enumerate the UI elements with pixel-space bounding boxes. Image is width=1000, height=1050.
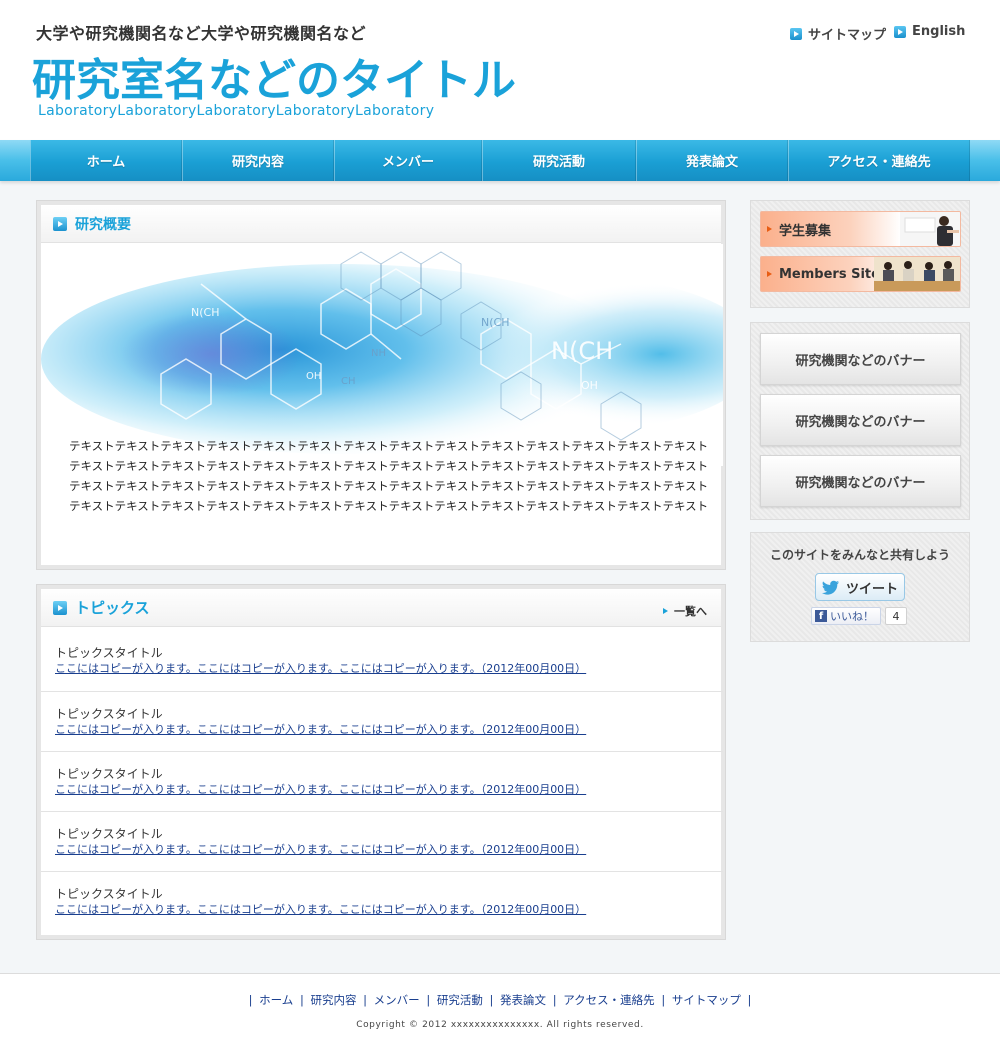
arrow-icon	[53, 216, 67, 231]
svg-text:N(CH: N(CH	[551, 337, 613, 365]
topic-title: トピックスタイトル	[55, 767, 163, 781]
english-label: English	[912, 24, 966, 39]
svg-text:NH: NH	[371, 348, 386, 359]
share-box: このサイトをみんなと共有しよう ツイート f いいね！ 4	[750, 532, 970, 642]
topic-title: トピックスタイトル	[55, 707, 163, 721]
arrow-icon	[53, 600, 67, 615]
university-name: 大学や研究機関名など大学や研究機関名など	[36, 24, 367, 43]
main-nav: ホーム 研究内容 メンバー 研究活動 発表論文 アクセス・連絡先	[30, 140, 970, 181]
lab-title[interactable]: 研究室名などのタイトル	[32, 44, 516, 108]
topic-item: トピックスタイトル ここにはコピーが入ります。ここにはコピーが入ります。ここには…	[41, 871, 723, 931]
sitemap-label: サイトマップ	[808, 28, 887, 43]
footer-link-activities[interactable]: 研究活動	[437, 993, 483, 1007]
students-photo	[874, 257, 960, 291]
topics-more-label: 一覧へ	[674, 605, 707, 618]
members-site-banner[interactable]: Members Site	[760, 256, 961, 292]
footer-link-sitemap[interactable]: サイトマップ	[672, 993, 741, 1007]
arrow-icon	[894, 25, 906, 38]
members-site-label: Members Site	[779, 266, 880, 282]
overview-panel: 研究概要 N(CH OH CH NH N(CH OH N(CH テキストテキスト…	[36, 200, 726, 570]
topic-link[interactable]: ここにはコピーが入ります。ここにはコピーが入ります。ここにはコピーが入ります。（…	[55, 722, 723, 738]
institution-banner[interactable]: 研究機関などのバナー	[760, 455, 961, 507]
sidebar-links-box: 学生募集 Members Site	[750, 200, 970, 308]
tweet-button[interactable]: ツイート	[815, 573, 905, 601]
nav-item-members[interactable]: メンバー	[334, 140, 482, 181]
institution-banner[interactable]: 研究機関などのバナー	[760, 394, 961, 446]
topic-item: トピックスタイトル ここにはコピーが入ります。ここにはコピーが入ります。ここには…	[41, 751, 723, 811]
lecturer-photo	[900, 212, 960, 246]
topic-item: トピックスタイトル ここにはコピーが入ります。ここにはコピーが入ります。ここには…	[41, 691, 723, 751]
triangle-icon	[767, 271, 772, 277]
footer-link-members[interactable]: メンバー	[374, 993, 420, 1007]
triangle-icon	[767, 226, 772, 232]
site-footer: | ホーム | 研究内容 | メンバー | 研究活動 | 発表論文 | アクセス…	[0, 973, 1000, 1050]
topics-panel: トピックス 一覧へ トピックスタイトル ここにはコピーが入ります。ここにはコピー…	[36, 584, 726, 940]
footer-link-papers[interactable]: 発表論文	[500, 993, 546, 1007]
sitemap-link[interactable]: サイトマップ	[790, 24, 886, 43]
nav-item-access[interactable]: アクセス・連絡先	[788, 140, 970, 181]
topic-link[interactable]: ここにはコピーが入ります。ここにはコピーが入ります。ここにはコピーが入ります。（…	[55, 902, 723, 918]
topics-more-link[interactable]: 一覧へ	[663, 603, 707, 619]
tweet-label: ツイート	[845, 581, 898, 597]
topic-title: トピックスタイトル	[55, 827, 163, 841]
english-link[interactable]: English	[894, 24, 965, 39]
nav-item-papers[interactable]: 発表論文	[636, 140, 788, 181]
topic-title: トピックスタイトル	[55, 887, 163, 901]
twitter-bird-icon	[821, 580, 839, 595]
footer-link-access[interactable]: アクセス・連絡先	[563, 993, 654, 1007]
topic-link[interactable]: ここにはコピーが入ります。ここにはコピーが入ります。ここにはコピーが入ります。（…	[55, 782, 723, 798]
svg-text:N(CH: N(CH	[191, 306, 219, 319]
overview-line: テキストテキストテキストテキストテキストテキストテキストテキストテキストテキスト…	[69, 499, 709, 513]
site-header: 大学や研究機関名など大学や研究機関名など 研究室名などのタイトル Laborat…	[0, 0, 1000, 140]
svg-text:OH: OH	[306, 371, 321, 382]
overview-title: 研究概要	[75, 216, 131, 233]
recruit-banner[interactable]: 学生募集	[760, 211, 961, 247]
like-count: 4	[885, 607, 907, 625]
footer-link-research[interactable]: 研究内容	[310, 993, 356, 1007]
topic-link[interactable]: ここにはコピーが入ります。ここにはコピーが入ります。ここにはコピーが入ります。（…	[55, 842, 723, 858]
topic-title: トピックスタイトル	[55, 646, 163, 660]
topic-link[interactable]: ここにはコピーが入ります。ここにはコピーが入ります。ここにはコピーが入ります。（…	[55, 661, 723, 677]
nav-item-research[interactable]: 研究内容	[182, 140, 334, 181]
overview-text: テキストテキストテキストテキストテキストテキストテキストテキストテキストテキスト…	[69, 436, 709, 516]
footer-link-home[interactable]: ホーム	[259, 993, 293, 1007]
institution-banner[interactable]: 研究機関などのバナー	[760, 333, 961, 385]
facebook-icon: f	[815, 610, 827, 622]
navigation-bar: ホーム 研究内容 メンバー 研究活動 発表論文 アクセス・連絡先	[0, 140, 1000, 181]
arrow-icon	[790, 27, 802, 40]
topic-item: トピックスタイトル ここにはコピーが入ります。ここにはコピーが入ります。ここには…	[41, 811, 723, 871]
overview-line: テキストテキストテキストテキストテキストテキストテキストテキストテキストテキスト…	[69, 479, 709, 493]
svg-text:N(CH: N(CH	[481, 316, 509, 329]
recruit-label: 学生募集	[779, 223, 832, 239]
topics-header: トピックス	[41, 589, 721, 627]
sidebar-banners-box: 研究機関などのバナー 研究機関などのバナー 研究機関などのバナー	[750, 322, 970, 520]
triangle-icon	[663, 608, 668, 614]
topics-title: トピックス	[75, 599, 150, 617]
copyright: Copyright © 2012 xxxxxxxxxxxxxxx. All ri…	[356, 1020, 644, 1030]
overview-line: テキストテキストテキストテキストテキストテキストテキストテキストテキストテキスト…	[69, 459, 709, 473]
facebook-like-button[interactable]: f いいね！	[811, 607, 881, 625]
overview-header: 研究概要	[41, 205, 721, 243]
svg-text:OH: OH	[581, 379, 598, 392]
like-label: いいね！	[830, 610, 874, 623]
nav-item-home[interactable]: ホーム	[30, 140, 182, 181]
lab-subtitle: LaboratoryLaboratoryLaboratoryLaboratory…	[38, 103, 435, 119]
overview-line: テキストテキストテキストテキストテキストテキストテキストテキストテキストテキスト…	[69, 439, 709, 453]
nav-item-activities[interactable]: 研究活動	[482, 140, 636, 181]
svg-text:CH: CH	[341, 376, 356, 387]
topic-item: トピックスタイトル ここにはコピーが入ります。ここにはコピーが入ります。ここには…	[41, 631, 723, 691]
footer-nav: | ホーム | 研究内容 | メンバー | 研究活動 | 発表論文 | アクセス…	[248, 993, 752, 1007]
molecule-hero-image: N(CH OH CH NH N(CH OH N(CH	[41, 244, 723, 466]
share-title: このサイトをみんなと共有しよう	[769, 548, 950, 562]
